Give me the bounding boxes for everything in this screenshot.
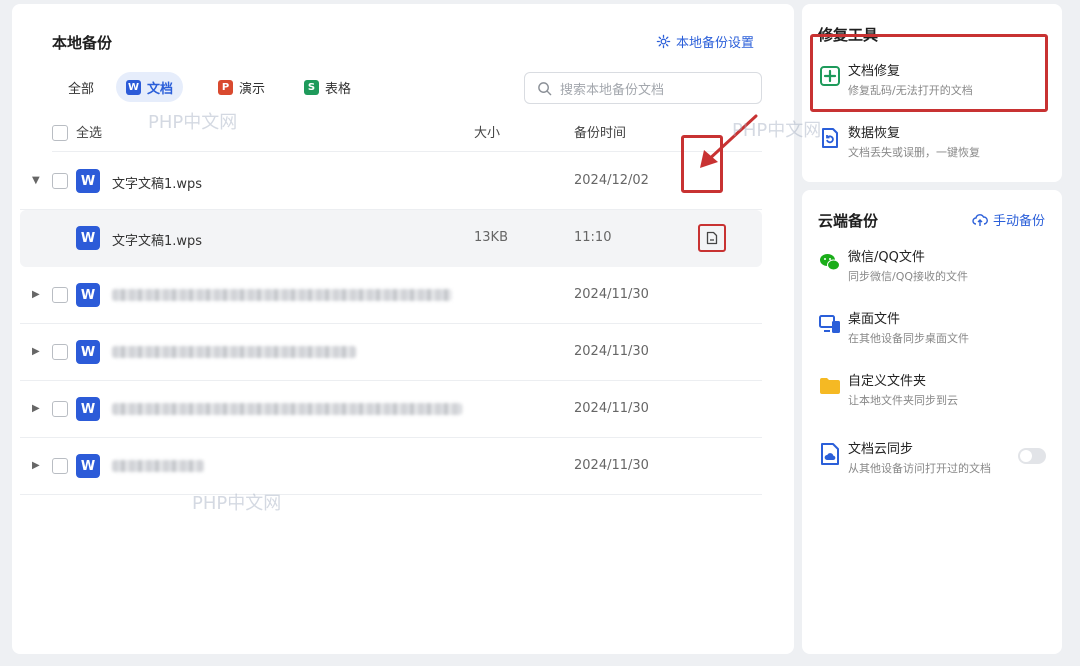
expand-arrow-icon[interactable]: ▶ [32, 403, 40, 414]
row-checkbox[interactable] [52, 173, 68, 189]
repair-tools-panel: 修复工具 文档修复 修复乱码/无法打开的文档 数据恢复 文档丢失或误删，一键恢复 [802, 4, 1062, 182]
tab-docs[interactable]: W 文档 [116, 72, 184, 102]
item-title: 微信/QQ文件 [848, 250, 925, 265]
column-size: 大小 [474, 126, 501, 141]
row-checkbox[interactable] [52, 287, 68, 303]
wechat-qq-files-item[interactable]: 微信/QQ文件 同步微信/QQ接收的文件 [816, 246, 1050, 290]
custom-folder-item[interactable]: 自定义文件夹 让本地文件夹同步到云 [816, 370, 1050, 414]
item-desc: 修复乱码/无法打开的文档 [848, 84, 973, 97]
wechat-icon [820, 254, 840, 271]
table-row-version[interactable]: W 文字文稿1.wps 13KB 11:10 [20, 210, 762, 267]
manual-backup-link[interactable]: 手动备份 [972, 210, 1045, 229]
expand-arrow-icon[interactable]: ▶ [32, 289, 40, 300]
word-file-icon: W [76, 397, 100, 421]
expand-arrow-icon[interactable]: ▶ [32, 460, 40, 471]
item-desc: 文档丢失或误删，一键恢复 [848, 146, 980, 159]
backup-time: 2024/11/30 [574, 458, 649, 473]
restore-button[interactable] [698, 224, 726, 252]
search-input[interactable]: 搜索本地备份文档 [524, 72, 762, 104]
local-backup-panel: 本地备份 本地备份设置 全部 W 文档 P 演示 S 表格 搜索本地备份文档 全选 大… [12, 4, 794, 654]
collapse-arrow-icon[interactable]: ▼ [32, 175, 40, 186]
blurred-file-name [112, 403, 462, 415]
item-desc: 在其他设备同步桌面文件 [848, 332, 969, 345]
item-desc: 从其他设备访问打开过的文档 [848, 462, 991, 475]
header-divider [52, 151, 762, 152]
word-file-icon: W [76, 283, 100, 307]
doc-cloud-sync-item[interactable]: 文档云同步 从其他设备访问打开过的文档 [816, 438, 1050, 482]
folder-icon [820, 378, 840, 394]
row-checkbox[interactable] [52, 458, 68, 474]
backup-time: 11:10 [574, 230, 612, 245]
doc-repair-icon [820, 66, 840, 86]
word-file-icon: W [76, 226, 100, 250]
data-recovery-icon [822, 128, 838, 148]
table-row[interactable]: ▶ W 2024/11/30 [20, 381, 762, 438]
cloud-upload-icon [972, 213, 988, 226]
cloud-sync-toggle[interactable] [1018, 448, 1046, 464]
desktop-icon [819, 315, 840, 333]
item-title: 文档修复 [848, 64, 901, 79]
local-backup-settings-link[interactable]: 本地备份设置 [656, 32, 754, 51]
cloud-doc-icon [821, 443, 839, 465]
table-row[interactable]: ▶ W 2024/11/30 [20, 267, 762, 324]
file-name: 文字文稿1.wps [112, 177, 203, 192]
select-all-checkbox[interactable] [52, 125, 68, 141]
tab-label: 全部 [68, 81, 95, 97]
settings-link-label: 本地备份设置 [676, 36, 755, 51]
select-all-label: 全选 [76, 126, 103, 141]
document-icon [706, 231, 718, 245]
backup-time: 2024/11/30 [574, 344, 649, 359]
tab-label: 表格 [325, 81, 352, 97]
backup-time: 2024/11/30 [574, 401, 649, 416]
word-icon: W [126, 79, 141, 95]
item-title: 桌面文件 [848, 312, 901, 327]
watermark: PHP中文网 [148, 112, 238, 133]
row-checkbox[interactable] [52, 401, 68, 417]
manual-backup-label: 手动备份 [993, 214, 1046, 229]
word-file-icon: W [76, 169, 100, 193]
file-name: 文字文稿1.wps [112, 234, 203, 249]
backup-time: 2024/11/30 [574, 287, 649, 302]
tab-spreadsheet[interactable]: S 表格 [294, 72, 361, 102]
item-desc: 同步微信/QQ接收的文件 [848, 270, 969, 283]
gear-icon [656, 34, 671, 49]
table-row[interactable]: ▼ W 文字文稿1.wps 2024/12/02 [20, 153, 762, 210]
table-row[interactable]: ▶ W 2024/11/30 [20, 324, 762, 381]
tab-presentation[interactable]: P 演示 [208, 72, 275, 102]
tab-label: 文档 [147, 81, 174, 97]
item-title: 自定义文件夹 [848, 374, 927, 389]
presentation-icon: P [218, 79, 233, 95]
item-title: 数据恢复 [848, 126, 901, 141]
column-backup-time: 备份时间 [574, 126, 627, 141]
row-checkbox[interactable] [52, 344, 68, 360]
cloud-backup-panel: 云端备份 手动备份 微信/QQ文件 同步微信/QQ接收的文件 桌面文件 在其他设… [802, 190, 1062, 654]
item-title: 文档云同步 [848, 442, 914, 457]
search-icon [538, 81, 552, 95]
backup-time: 2024/12/02 [574, 173, 649, 188]
blurred-file-name [112, 289, 452, 301]
word-file-icon: W [76, 454, 100, 478]
doc-repair-item[interactable]: 文档修复 修复乱码/无法打开的文档 [816, 60, 1050, 104]
blurred-file-name [112, 346, 356, 358]
table-row[interactable]: ▶ W 2024/11/30 [20, 438, 762, 495]
desktop-files-item[interactable]: 桌面文件 在其他设备同步桌面文件 [816, 308, 1050, 352]
tab-label: 演示 [239, 81, 266, 97]
blurred-file-name [112, 460, 204, 472]
file-size: 13KB [474, 230, 508, 245]
tab-all[interactable]: 全部 [58, 72, 104, 102]
annotation-arrow-icon [700, 114, 758, 168]
search-placeholder: 搜索本地备份文档 [560, 82, 665, 98]
local-backup-title: 本地备份 [52, 34, 113, 52]
word-file-icon: W [76, 340, 100, 364]
cloud-backup-title: 云端备份 [818, 212, 879, 230]
expand-arrow-icon[interactable]: ▶ [32, 346, 40, 357]
data-recovery-item[interactable]: 数据恢复 文档丢失或误删，一键恢复 [816, 122, 1050, 166]
spreadsheet-icon: S [304, 79, 319, 95]
item-desc: 让本地文件夹同步到云 [848, 394, 958, 407]
